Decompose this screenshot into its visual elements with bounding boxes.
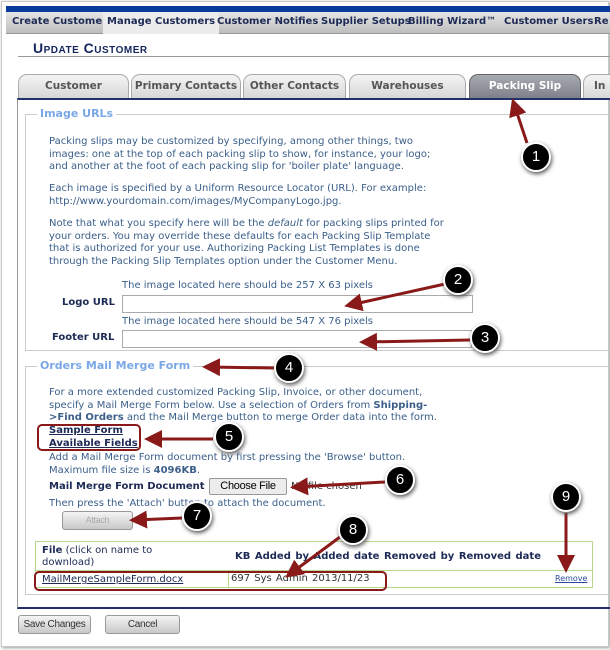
annotation-3: 3 <box>470 323 500 353</box>
annotation-7: 7 <box>182 501 212 531</box>
annotation-5: 5 <box>214 422 244 452</box>
annotation-arrows <box>129 98 575 578</box>
annotation-2: 2 <box>443 265 473 295</box>
annotation-8: 8 <box>338 515 368 545</box>
arrow-1 <box>509 98 529 144</box>
annotation-6: 6 <box>385 465 415 495</box>
annotation-4: 4 <box>274 353 304 383</box>
annotation-9: 9 <box>551 482 581 512</box>
annotation-1: 1 <box>521 142 551 172</box>
